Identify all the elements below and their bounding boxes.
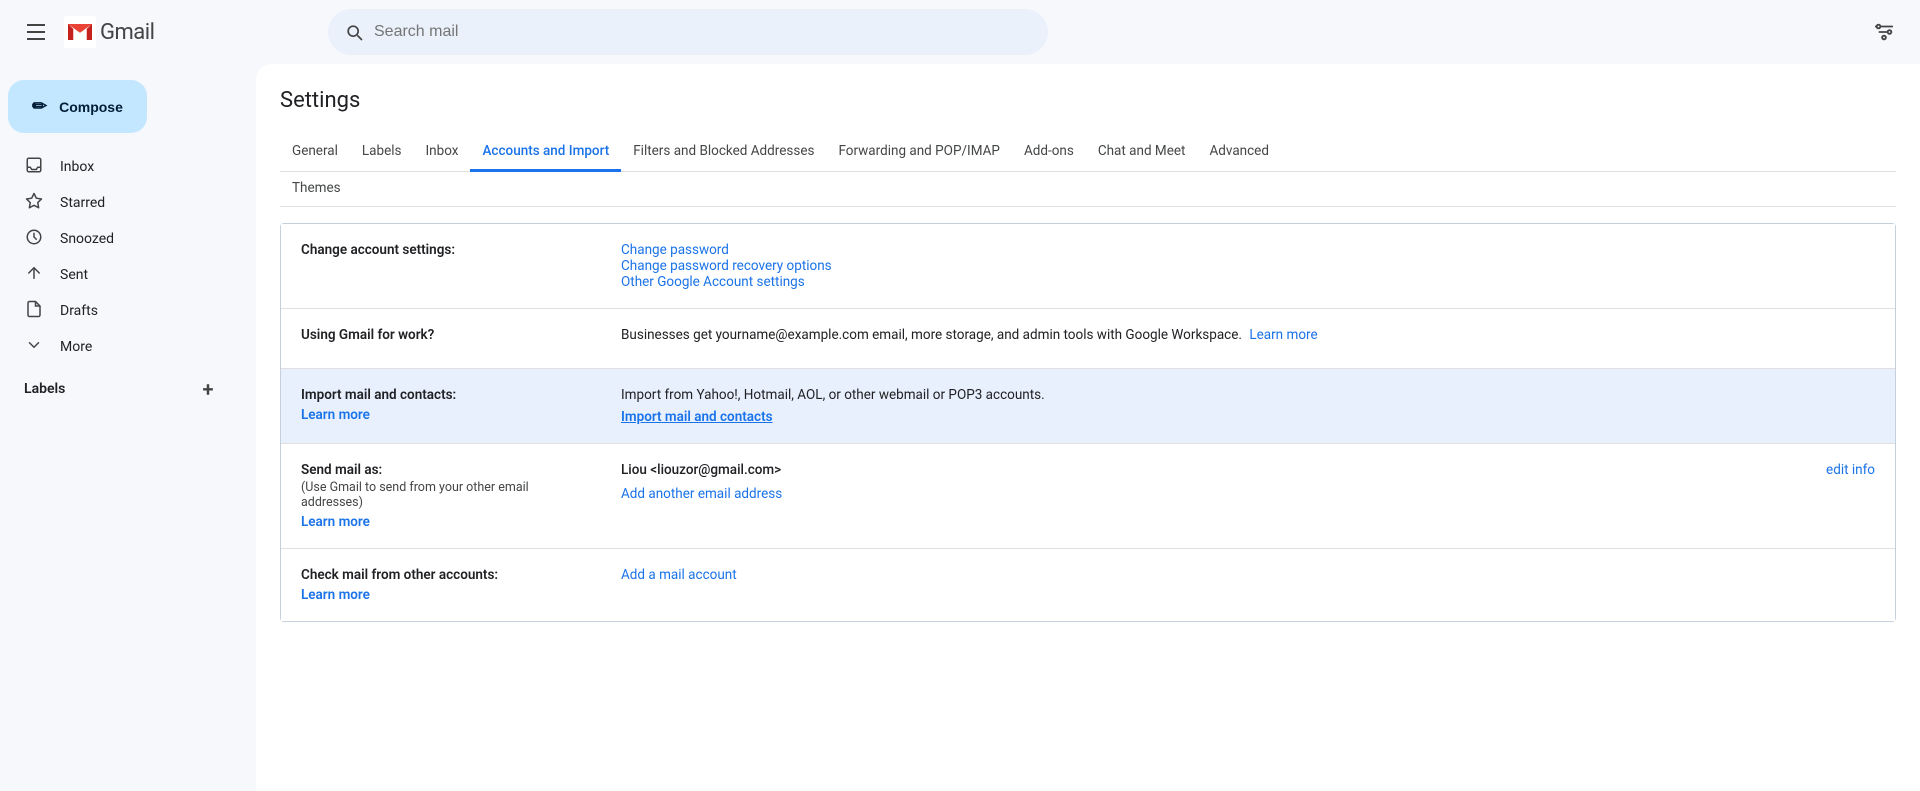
sidebar: ✏ Compose Inbox Starred Snoozed Sent <box>0 64 256 791</box>
sidebar-item-sent-label: Sent <box>60 267 88 283</box>
gmail-logo: Gmail <box>64 16 154 48</box>
tab-inbox[interactable]: Inbox <box>414 133 471 172</box>
main-layout: ✏ Compose Inbox Starred Snoozed Sent <box>0 64 1920 791</box>
inbox-icon <box>24 156 44 179</box>
settings-tabs: General Labels Inbox Accounts and Import… <box>280 133 1896 172</box>
label-check-mail: Check mail from other accounts: Learn mo… <box>281 549 601 621</box>
import-learn-more-link[interactable]: Learn more <box>301 407 581 423</box>
add-mail-account-link[interactable]: Add a mail account <box>621 567 737 583</box>
other-google-account-link[interactable]: Other Google Account settings <box>621 274 805 290</box>
send-mail-email: Liou <liouzor@gmail.com> <box>621 462 782 478</box>
settings-row-change-account: Change account settings: Change password… <box>281 224 1895 309</box>
tab-themes[interactable]: Themes <box>280 172 353 207</box>
tab-filters-blocked[interactable]: Filters and Blocked Addresses <box>621 133 826 172</box>
add-label-button[interactable]: + <box>192 373 224 405</box>
compose-label: Compose <box>59 99 123 115</box>
labels-heading: Labels <box>24 381 65 397</box>
topbar-right <box>1864 12 1904 52</box>
hamburger-menu-button[interactable] <box>16 12 56 52</box>
add-email-address-link[interactable]: Add another email address <box>621 486 782 502</box>
settings-row-check-mail: Check mail from other accounts: Learn mo… <box>281 549 1895 621</box>
search-bar[interactable] <box>328 9 1048 55</box>
sidebar-item-more[interactable]: More <box>0 329 240 365</box>
tab-addons[interactable]: Add-ons <box>1012 133 1086 172</box>
more-chevron-icon <box>24 336 44 359</box>
search-input[interactable] <box>374 23 1032 41</box>
drafts-icon <box>24 300 44 323</box>
sidebar-item-inbox-label: Inbox <box>60 159 94 175</box>
label-change-account: Change account settings: <box>281 224 601 308</box>
labels-section-header: Labels + <box>0 365 240 409</box>
import-description: Import from Yahoo!, Hotmail, AOL, or oth… <box>621 387 1875 403</box>
tab-forwarding[interactable]: Forwarding and POP/IMAP <box>826 133 1011 172</box>
gmail-m-icon <box>64 16 96 48</box>
sidebar-item-starred-label: Starred <box>60 195 105 211</box>
import-mail-contacts-link[interactable]: Import mail and contacts <box>621 409 773 425</box>
value-change-account: Change password Change password recovery… <box>601 224 1895 308</box>
value-gmail-work: Businesses get yourname@example.com emai… <box>601 309 1895 368</box>
search-icon <box>344 22 364 42</box>
tab-advanced[interactable]: Advanced <box>1197 133 1281 172</box>
label-send-mail: Send mail as: (Use Gmail to send from yo… <box>281 444 601 548</box>
check-mail-learn-more-link[interactable]: Learn more <box>301 587 581 603</box>
edit-info-link[interactable]: edit info <box>1826 462 1875 478</box>
value-check-mail: Add a mail account <box>601 549 1895 621</box>
settings-row-send-mail: Send mail as: (Use Gmail to send from yo… <box>281 444 1895 549</box>
sidebar-item-more-label: More <box>60 339 92 355</box>
gmail-work-learn-more-link[interactable]: Learn more <box>1249 327 1317 343</box>
sliders-icon <box>1873 21 1895 43</box>
tab-chat-meet[interactable]: Chat and Meet <box>1086 133 1198 172</box>
page-title: Settings <box>280 88 1896 113</box>
topbar-left: Gmail <box>16 12 316 52</box>
compose-button[interactable]: ✏ Compose <box>8 80 147 133</box>
sent-icon <box>24 264 44 287</box>
sidebar-item-snoozed-label: Snoozed <box>60 231 114 247</box>
settings-row-gmail-work: Using Gmail for work? Businesses get you… <box>281 309 1895 369</box>
sidebar-item-starred[interactable]: Starred <box>0 185 240 221</box>
change-password-link[interactable]: Change password <box>621 242 729 258</box>
settings-content: Settings General Labels Inbox Accounts a… <box>256 64 1920 791</box>
snoozed-icon <box>24 228 44 251</box>
sidebar-item-sent[interactable]: Sent <box>0 257 240 293</box>
search-options-button[interactable] <box>1864 12 1904 52</box>
tab-accounts-import[interactable]: Accounts and Import <box>470 133 621 172</box>
topbar: Gmail <box>0 0 1920 64</box>
value-import-mail: Import from Yahoo!, Hotmail, AOL, or oth… <box>601 369 1895 443</box>
label-gmail-work: Using Gmail for work? <box>281 309 601 368</box>
value-send-mail: Liou <liouzor@gmail.com> Add another ema… <box>601 444 1895 548</box>
compose-pencil-icon: ✏ <box>32 96 47 117</box>
settings-row-import-mail: Import mail and contacts: Learn more Imp… <box>281 369 1895 444</box>
sidebar-item-drafts-label: Drafts <box>60 303 98 319</box>
sidebar-item-snoozed[interactable]: Snoozed <box>0 221 240 257</box>
change-password-recovery-link[interactable]: Change password recovery options <box>621 258 832 274</box>
send-mail-learn-more-link[interactable]: Learn more <box>301 514 581 530</box>
tab-general[interactable]: General <box>280 133 350 172</box>
label-import-mail: Import mail and contacts: Learn more <box>281 369 601 443</box>
sidebar-item-inbox[interactable]: Inbox <box>0 149 240 185</box>
tab-labels[interactable]: Labels <box>350 133 414 172</box>
settings-table: Change account settings: Change password… <box>280 223 1896 622</box>
starred-icon <box>24 192 44 215</box>
gmail-text: Gmail <box>100 20 154 45</box>
sidebar-item-drafts[interactable]: Drafts <box>0 293 240 329</box>
